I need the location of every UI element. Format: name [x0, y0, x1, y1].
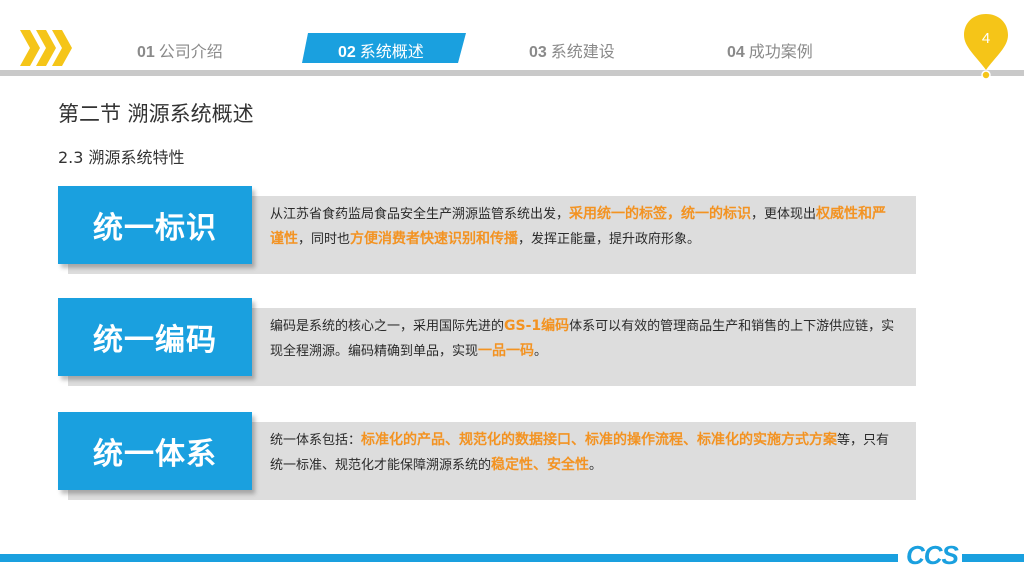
nav-item-system-construction[interactable]: 03 系统建设 — [529, 38, 615, 62]
card-description: 统一体系包括：标准化的产品、规范化的数据接口、标准的操作流程、标准化的实施方式方… — [270, 428, 900, 478]
description-text: ，同时也 — [298, 232, 351, 247]
feature-card-unified-system: 统一体系 统一体系包括：标准化的产品、规范化的数据接口、标准的操作流程、标准化的… — [58, 412, 918, 500]
footer-bar-right — [962, 554, 1024, 562]
subsection-title: 2.3 溯源系统特性 — [58, 148, 185, 167]
nav-item-number: 04 — [727, 44, 745, 61]
highlight-text: 标准化的产品、规范化的数据接口、标准的操作流程、标准化的实施方式方案 — [361, 432, 838, 448]
nav-item-success-cases[interactable]: 04 成功案例 — [727, 38, 813, 62]
card-title: 统一体系 — [58, 412, 252, 490]
description-text: 。 — [534, 344, 548, 359]
nav-item-label: 公司介绍 — [158, 42, 223, 61]
header-divider — [0, 70, 1024, 76]
card-description: 从江苏省食药监局食品安全生产溯源监管系统出发，采用统一的标签，统一的标识，更体现… — [270, 202, 900, 252]
footer-bar-left — [0, 554, 898, 562]
nav-item-number: 01 — [137, 44, 155, 61]
feature-card-unified-coding: 统一编码 编码是系统的核心之一，采用国际先进的GS-1编码体系可以有效的管理商品… — [58, 298, 918, 386]
nav-item-label: 成功案例 — [748, 42, 813, 61]
nav-item-number: 03 — [529, 44, 547, 61]
nav-item-company-intro[interactable]: 01 公司介绍 — [137, 38, 223, 62]
section-title: 第二节 溯源系统概述 — [58, 102, 254, 126]
card-description: 编码是系统的核心之一，采用国际先进的GS-1编码体系可以有效的管理商品生产和销售… — [270, 314, 900, 364]
description-text: ，更体现出 — [751, 207, 817, 222]
nav-item-label: 系统概述 — [359, 42, 424, 61]
ccs-logo: CCS — [906, 540, 959, 570]
highlight-text: 采用统一的标签，统一的标识 — [569, 206, 752, 222]
top-navigation: 01 公司介绍 02 系统概述 03 系统建设 04 成功案例 — [0, 28, 1024, 68]
nav-item-system-overview[interactable]: 02 系统概述 — [338, 38, 424, 62]
highlight-text: 方便消费者快速识别和传播 — [350, 231, 519, 247]
highlight-text: 稳定性、安全性 — [491, 457, 590, 473]
description-text: 统一体系包括： — [270, 433, 362, 448]
card-title: 统一编码 — [58, 298, 252, 376]
page-number: 4 — [981, 30, 991, 47]
highlight-text: 一品一码 — [478, 343, 535, 359]
description-text: 。 — [589, 458, 603, 473]
description-text: 编码是系统的核心之一，采用国际先进的 — [270, 319, 505, 334]
highlight-text: GS-1编码 — [504, 318, 570, 334]
description-text: ，发挥正能量，提升政府形象。 — [518, 232, 701, 247]
nav-item-label: 系统建设 — [550, 42, 615, 61]
feature-card-unified-label: 统一标识 从江苏省食药监局食品安全生产溯源监管系统出发，采用统一的标签，统一的标… — [58, 186, 918, 274]
card-title: 统一标识 — [58, 186, 252, 264]
description-text: 从江苏省食药监局食品安全生产溯源监管系统出发， — [270, 207, 570, 222]
nav-item-number: 02 — [338, 44, 356, 61]
